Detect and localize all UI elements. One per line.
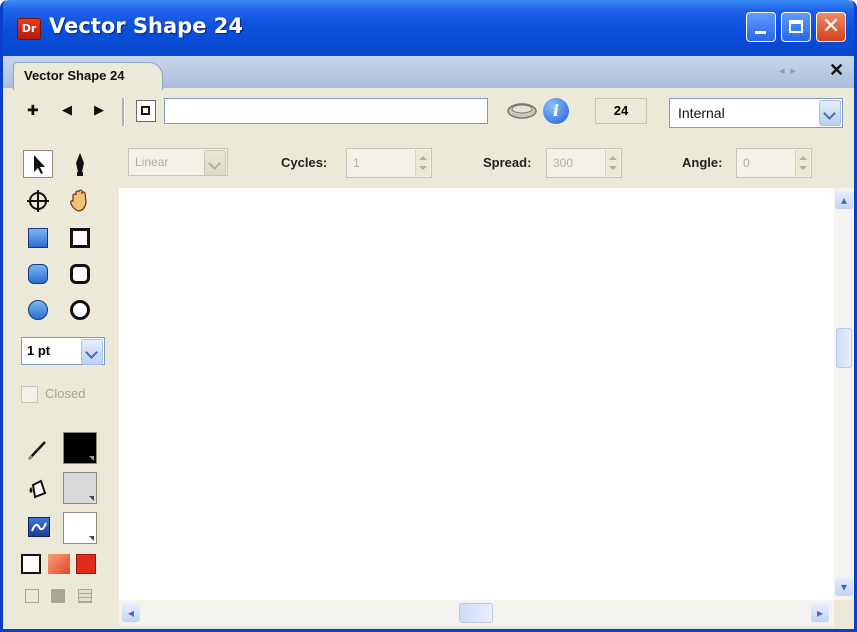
library-icon[interactable] bbox=[505, 98, 539, 124]
closed-label: Closed bbox=[45, 386, 86, 401]
rectangle-icon[interactable] bbox=[70, 228, 90, 248]
pointer-tool[interactable] bbox=[23, 150, 53, 178]
angle-label: Angle: bbox=[682, 155, 723, 170]
chevron-down-icon[interactable] bbox=[204, 150, 226, 176]
tab-scroll-icon[interactable]: ◂▸ bbox=[779, 64, 802, 77]
close-icon: ✕ bbox=[821, 14, 841, 39]
crosshair-tool[interactable] bbox=[23, 187, 53, 215]
fill-color-swatch[interactable] bbox=[63, 472, 97, 504]
pen-tool[interactable] bbox=[65, 150, 95, 178]
closed-checkbox[interactable] bbox=[21, 386, 38, 403]
tab-vector-shape[interactable]: Vector Shape 24 bbox=[13, 62, 163, 90]
shape-count: 24 bbox=[595, 98, 647, 124]
horizontal-scrollbar[interactable]: ◂ ▸ bbox=[119, 600, 834, 626]
ellipse-filled-icon[interactable] bbox=[28, 300, 48, 320]
hand-icon bbox=[70, 189, 87, 212]
vertical-scrollbar[interactable]: ▴ ▾ bbox=[834, 188, 854, 600]
stroke-size-value: 1 pt bbox=[27, 343, 51, 358]
maximize-button[interactable] bbox=[781, 12, 811, 42]
close-button[interactable]: ✕ bbox=[816, 12, 846, 42]
shape-icon bbox=[136, 100, 156, 122]
rectangle-filled-icon[interactable] bbox=[28, 228, 48, 248]
swap-colors-icon[interactable] bbox=[48, 554, 70, 574]
stroke-color-swatch[interactable] bbox=[63, 432, 97, 464]
chevron-down-icon bbox=[89, 456, 94, 461]
title-bar[interactable]: Dr Vector Shape 24 ✕ bbox=[3, 0, 854, 56]
stroke-fill-icon[interactable] bbox=[51, 589, 65, 603]
shape-name-input[interactable] bbox=[164, 98, 488, 124]
crosshair-icon bbox=[27, 190, 49, 212]
spread-value: 300 bbox=[553, 156, 574, 170]
fill-color-icon bbox=[29, 479, 47, 499]
info-icon[interactable]: i bbox=[543, 98, 569, 124]
app-icon: Dr bbox=[17, 18, 41, 40]
no-color-icon[interactable] bbox=[21, 554, 41, 574]
gradient-icon bbox=[28, 517, 50, 537]
window-title: Vector Shape 24 bbox=[49, 14, 243, 38]
previous-icon[interactable]: ◀ bbox=[62, 103, 72, 118]
default-colors-icon[interactable] bbox=[76, 554, 96, 574]
angle-value: 0 bbox=[743, 156, 750, 170]
ellipse-icon[interactable] bbox=[70, 300, 90, 320]
scroll-left-icon[interactable]: ◂ bbox=[122, 604, 140, 622]
app-window: Dr Vector Shape 24 ✕ Vector Shape 24 ◂▸ … bbox=[0, 0, 857, 632]
gradient-type-value: Linear bbox=[135, 155, 169, 169]
link-type-select[interactable]: Internal bbox=[669, 98, 843, 128]
tab-strip: Vector Shape 24 bbox=[3, 56, 854, 90]
spread-stepper[interactable]: 300 bbox=[546, 148, 622, 178]
spin-arrows-icon[interactable] bbox=[795, 150, 810, 176]
scroll-corner bbox=[834, 600, 854, 626]
minimize-button[interactable] bbox=[746, 12, 776, 42]
angle-stepper[interactable]: 0 bbox=[736, 148, 812, 178]
scroll-down-icon[interactable]: ▾ bbox=[835, 578, 853, 596]
scroll-right-icon[interactable]: ▸ bbox=[811, 604, 829, 622]
scroll-up-icon[interactable]: ▴ bbox=[835, 191, 853, 209]
next-icon[interactable]: ▶ bbox=[94, 103, 104, 118]
pattern-icon[interactable] bbox=[78, 589, 92, 603]
horizontal-scroll-thumb[interactable] bbox=[459, 603, 493, 623]
no-stroke-icon[interactable] bbox=[25, 589, 39, 603]
minimize-icon bbox=[755, 31, 766, 34]
chevron-down-icon bbox=[89, 536, 94, 541]
chevron-down-icon[interactable] bbox=[81, 339, 103, 365]
chevron-down-icon bbox=[89, 496, 94, 501]
chevron-down-icon[interactable] bbox=[819, 100, 841, 126]
vertical-scroll-thumb[interactable] bbox=[836, 328, 852, 368]
rounded-rect-filled-icon[interactable] bbox=[28, 264, 48, 284]
stroke-color-icon bbox=[27, 441, 46, 461]
spread-label: Spread: bbox=[483, 155, 532, 170]
hand-tool[interactable] bbox=[65, 187, 95, 215]
gradient-color-swatch[interactable] bbox=[63, 512, 97, 544]
pen-icon bbox=[76, 153, 84, 176]
maximize-icon bbox=[789, 20, 803, 33]
add-point-icon[interactable]: ✚ bbox=[27, 103, 39, 119]
pointer-icon bbox=[34, 155, 45, 174]
spin-arrows-icon[interactable] bbox=[605, 150, 620, 176]
cycles-stepper[interactable]: 1 bbox=[346, 148, 432, 178]
tab-close-icon[interactable]: ✕ bbox=[829, 60, 844, 81]
toolbar-divider bbox=[122, 98, 125, 126]
gradient-type-select[interactable]: Linear bbox=[128, 148, 228, 176]
rounded-rect-icon[interactable] bbox=[70, 264, 90, 284]
cycles-label: Cycles: bbox=[281, 155, 328, 170]
spin-arrows-icon[interactable] bbox=[415, 150, 430, 176]
stroke-size-select[interactable]: 1 pt bbox=[21, 337, 105, 365]
drawing-canvas[interactable] bbox=[119, 188, 834, 600]
link-type-value: Internal bbox=[678, 105, 725, 121]
cycles-value: 1 bbox=[353, 156, 360, 170]
